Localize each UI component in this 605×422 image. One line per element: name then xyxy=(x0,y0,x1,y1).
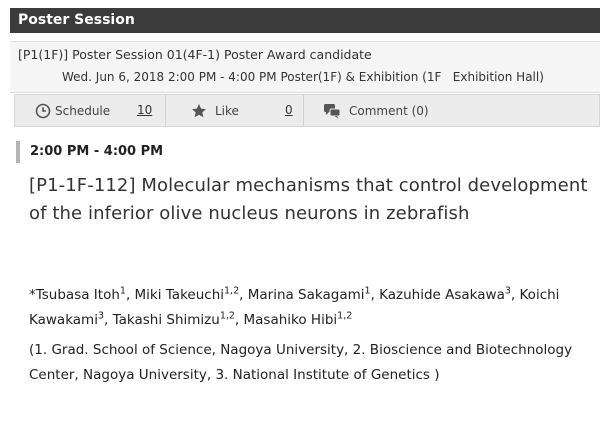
author-separator: , xyxy=(125,287,135,303)
section-header-title: Poster Session xyxy=(18,12,135,28)
author-affiliation-marker: 1,2 xyxy=(224,285,240,297)
comment-button[interactable]: Comment (0) xyxy=(323,95,429,126)
author-separator: , xyxy=(234,312,244,328)
comment-icon xyxy=(323,103,341,119)
schedule-label: Schedule xyxy=(55,103,111,118)
session-title[interactable]: [P1(1F)] Poster Session 01(4F-1) Poster … xyxy=(18,47,372,62)
section-header: Poster Session xyxy=(10,8,600,33)
author-affiliation-marker: 1,2 xyxy=(219,310,235,322)
action-divider xyxy=(303,95,304,126)
author-separator: , xyxy=(370,287,380,303)
author-name: Takashi Shimizu xyxy=(112,312,220,328)
presentation-title: [P1-1F-112] Molecular mechanisms that co… xyxy=(29,175,588,224)
action-bar: Schedule 10 Like 0 Comment (0) xyxy=(14,94,600,127)
schedule-count[interactable]: 10 xyxy=(137,95,152,126)
schedule-button[interactable]: Schedule xyxy=(35,95,110,126)
author-separator: , xyxy=(104,312,113,328)
like-label: Like xyxy=(215,103,239,118)
session-datetime: Wed. Jun 6, 2018 2:00 PM - 4:00 PM Poste… xyxy=(62,70,544,84)
author-name: Kazuhide Asakawa xyxy=(379,287,505,303)
presentation-time: 2:00 PM - 4:00 PM xyxy=(16,141,163,163)
author-separator: , xyxy=(510,287,520,303)
author-list: *Tsubasa Itoh1, Miki Takeuchi1,2, Marina… xyxy=(29,283,595,333)
comment-label: Comment (0) xyxy=(349,103,429,118)
like-count[interactable]: 0 xyxy=(285,95,293,126)
star-icon xyxy=(191,103,207,119)
clock-icon xyxy=(35,103,51,119)
author-name: Miki Takeuchi xyxy=(134,287,225,303)
affiliations: (1. Grad. School of Science, Nagoya Univ… xyxy=(29,342,573,383)
like-button[interactable]: Like xyxy=(191,95,239,126)
author-affiliation-marker: 1,2 xyxy=(337,310,353,322)
author-name: *Tsubasa Itoh xyxy=(29,287,120,303)
author-name: Masahiko Hibi xyxy=(243,312,338,328)
author-name: Marina Sakagami xyxy=(247,287,365,303)
session-info: [P1(1F)] Poster Session 01(4F-1) Poster … xyxy=(10,41,600,93)
action-divider xyxy=(165,95,166,126)
author-separator: , xyxy=(239,287,248,303)
